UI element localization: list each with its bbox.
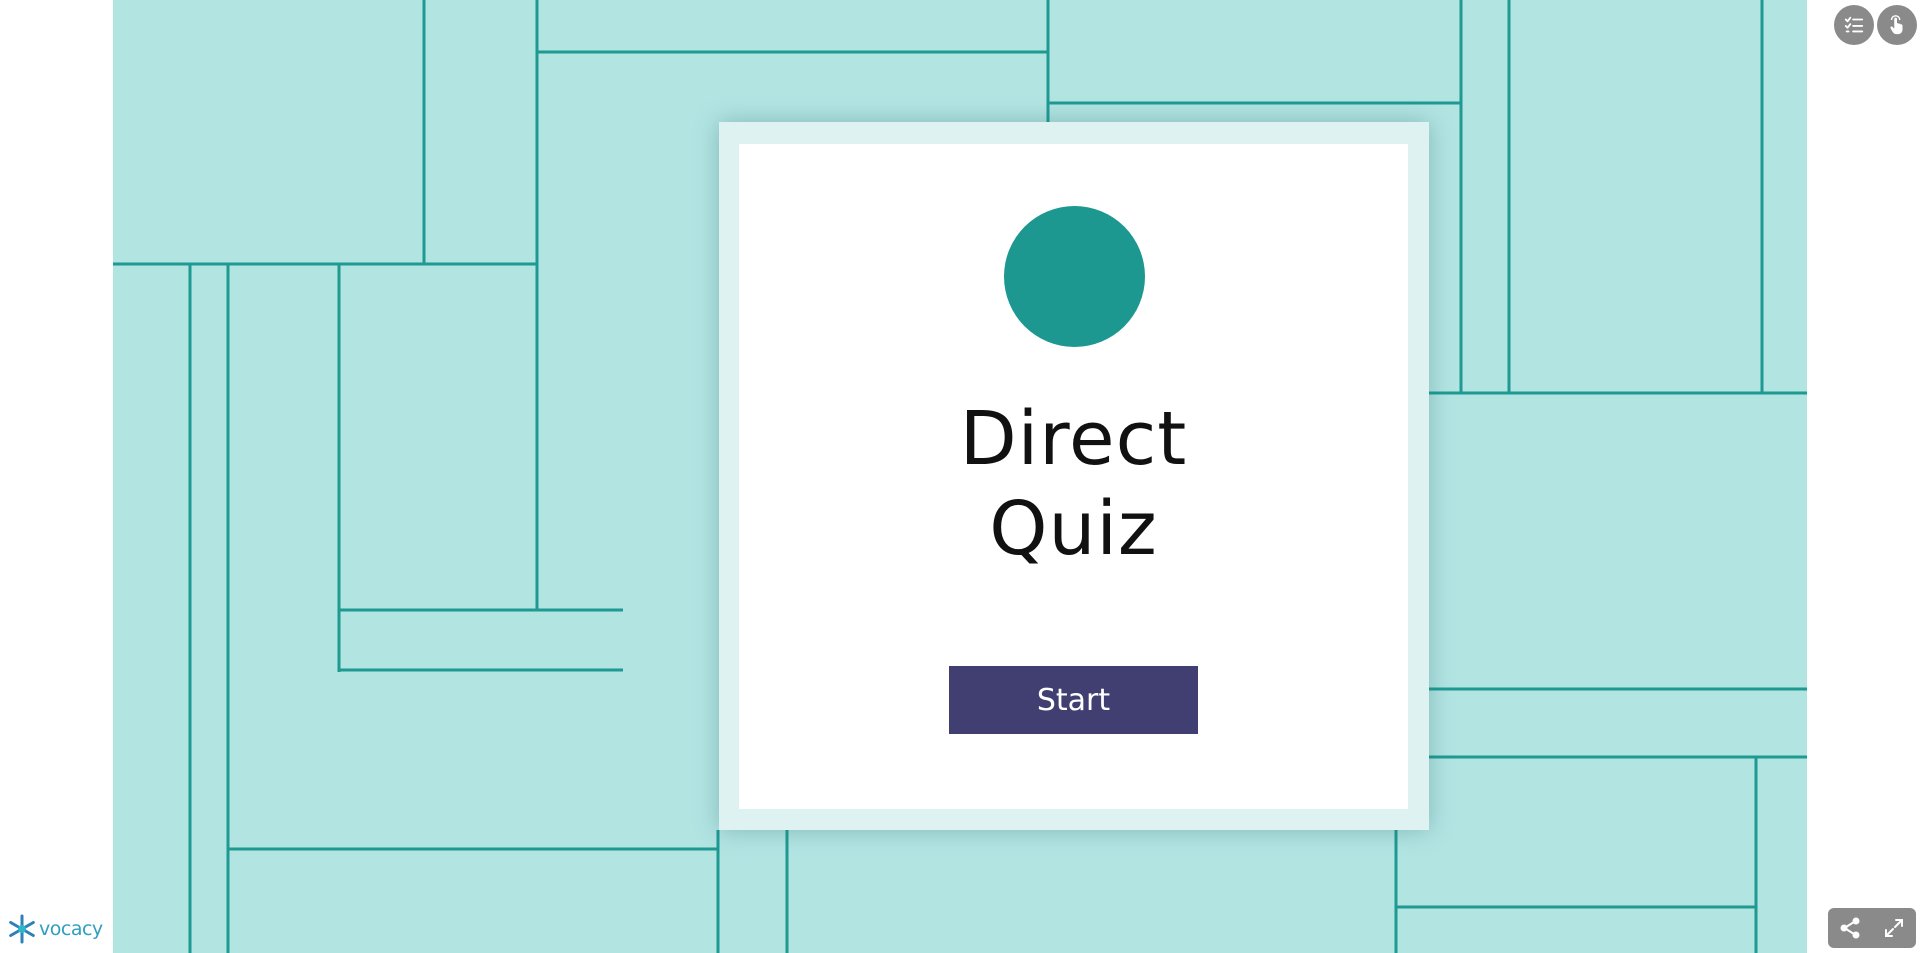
bottom-controls [1828,908,1916,948]
top-controls [1834,5,1917,45]
quiz-title-line-1: Direct [959,396,1188,482]
share-icon [1840,917,1860,939]
vocacy-logo: vocacy [7,914,103,944]
quiz-title-line-2: Quiz [989,486,1158,572]
quiz-card: Direct Quiz Start [739,144,1408,809]
quiz-card-frame: Direct Quiz Start [719,122,1429,830]
share-button[interactable] [1838,916,1862,940]
touch-button[interactable] [1877,5,1917,45]
vocacy-logo-text: vocacy [39,918,103,940]
quiz-circle-graphic [1004,206,1145,347]
touch-hand-icon [1890,15,1903,35]
fullscreen-button[interactable] [1882,916,1906,940]
quiz-stage: Direct Quiz Start [113,0,1807,953]
checklist-button[interactable] [1834,5,1874,45]
checklist-icon [1844,16,1864,33]
fullscreen-icon [1885,919,1903,937]
snowflake-logo-icon [9,914,35,944]
start-button[interactable]: Start [949,666,1198,734]
